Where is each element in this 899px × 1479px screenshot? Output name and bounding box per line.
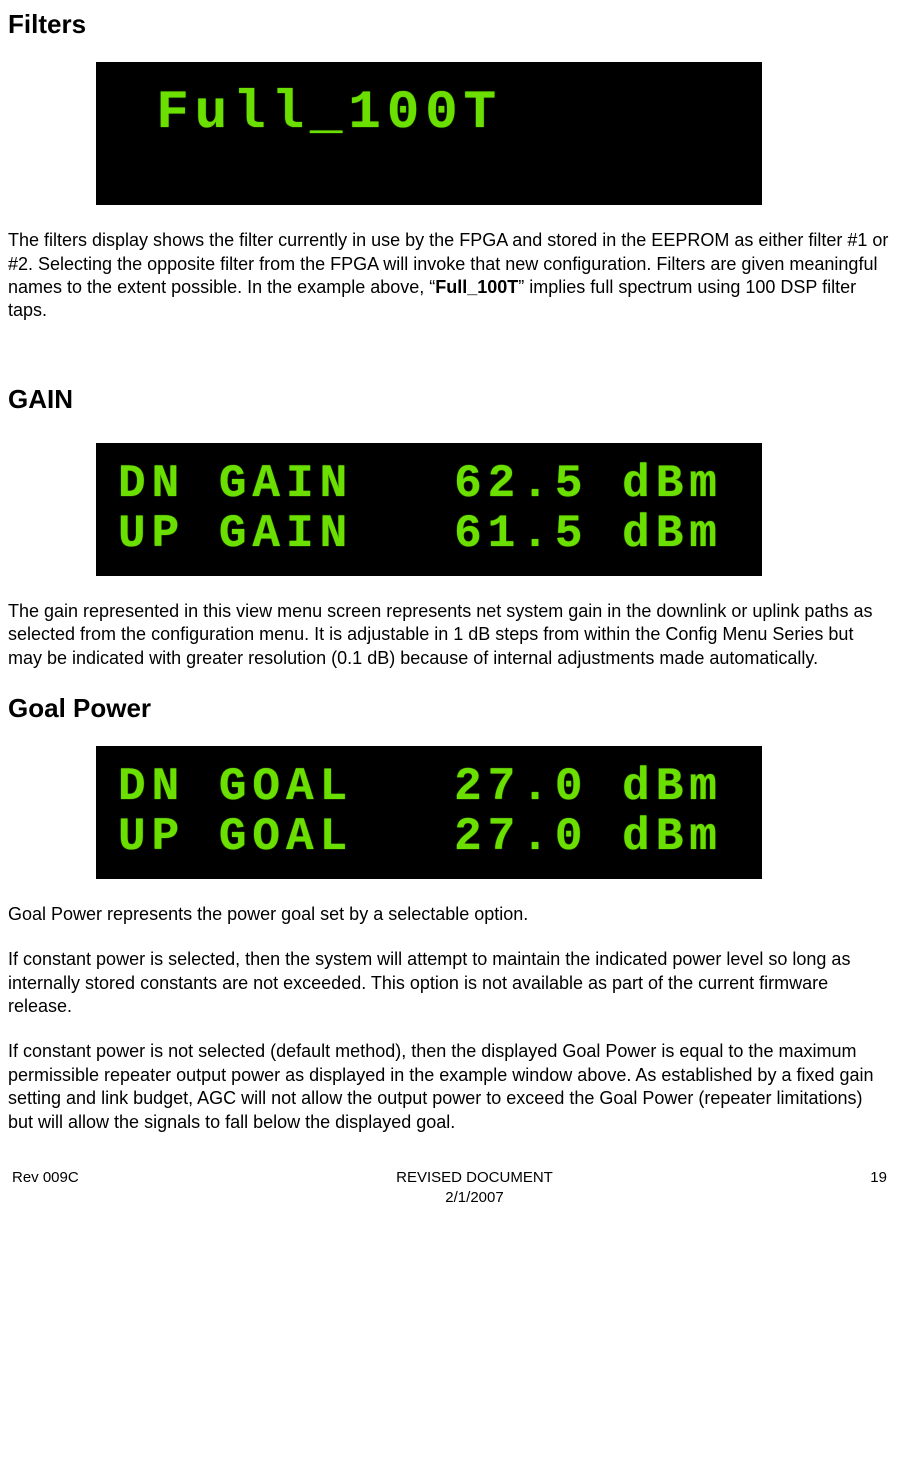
goal-spacer2 — [353, 812, 454, 863]
gain-line1-value: 62.5 dBm — [454, 459, 723, 510]
gain-heading: GAIN — [8, 383, 891, 417]
goal-paragraph-3: If constant power is not selected (defau… — [8, 1040, 891, 1134]
gain-spacer — [353, 459, 454, 510]
goal-paragraph-2: If constant power is selected, then the … — [8, 948, 891, 1018]
filters-lcd: Full_100T — [96, 62, 762, 205]
goal-spacer — [353, 762, 454, 813]
filters-para-bold: Full_100T — [435, 277, 518, 297]
footer-center-line1: REVISED DOCUMENT — [396, 1169, 553, 1186]
filters-lcd-line1: Full_100T — [118, 84, 740, 143]
footer-center-line2: 2/1/2007 — [445, 1189, 503, 1206]
filters-paragraph: The filters display shows the filter cur… — [8, 229, 891, 323]
goal-line1-label: DN GOAL — [118, 762, 353, 813]
gain-paragraph: The gain represented in this view menu s… — [8, 600, 891, 670]
goal-paragraph-1: Goal Power represents the power goal set… — [8, 903, 891, 926]
goal-heading: Goal Power — [8, 692, 891, 726]
goal-line2-label: UP GOAL — [118, 812, 353, 863]
goal-lcd: DN GOAL 27.0 dBm UP GOAL 27.0 dBm — [96, 746, 762, 879]
page-footer: Rev 009C REVISED DOCUMENT 2/1/2007 19 — [8, 1168, 891, 1207]
gain-lcd: DN GAIN 62.5 dBm UP GAIN 61.5 dBm — [96, 443, 762, 576]
gain-lcd-line2: UP GAIN 61.5 dBm — [118, 509, 740, 560]
gain-spacer2 — [353, 509, 454, 560]
gain-line2-value: 61.5 dBm — [454, 509, 723, 560]
goal-line1-value: 27.0 dBm — [454, 762, 723, 813]
gain-line1-label: DN GAIN — [118, 459, 353, 510]
gain-line2-label: UP GAIN — [118, 509, 353, 560]
filters-heading: Filters — [8, 8, 891, 42]
footer-right: 19 — [870, 1168, 887, 1207]
footer-center: REVISED DOCUMENT 2/1/2007 — [396, 1168, 553, 1207]
gain-lcd-line1: DN GAIN 62.5 dBm — [118, 459, 740, 510]
footer-left: Rev 009C — [12, 1168, 79, 1207]
goal-line2-value: 27.0 dBm — [454, 812, 723, 863]
goal-lcd-line1: DN GOAL 27.0 dBm — [118, 762, 740, 813]
goal-lcd-line2: UP GOAL 27.0 dBm — [118, 812, 740, 863]
